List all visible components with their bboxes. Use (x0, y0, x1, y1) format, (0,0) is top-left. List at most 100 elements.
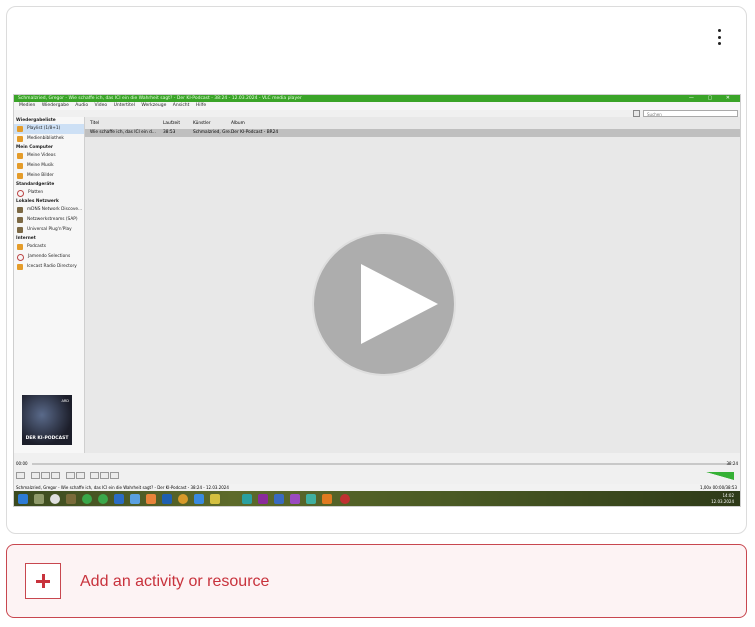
network-icon (17, 227, 23, 233)
menu-untertitel: Untertitel (113, 103, 135, 108)
sidebar-header: Lokales Netzwerk (16, 199, 59, 204)
taskbar-app-icon (258, 494, 268, 504)
pause-icon (16, 472, 25, 479)
taskbar-app-icon (50, 494, 60, 504)
sidebar-item-sap: Netzwerkstreams (SAP) (14, 215, 84, 225)
time-total: 38:24 (726, 461, 738, 466)
kebab-menu-icon[interactable] (714, 27, 724, 47)
player-search-field: Suchen (643, 110, 738, 117)
sidebar-header: Standardgeräte (16, 182, 55, 187)
status-text: Schmalzried, Gregor - Wie schaffe ich, d… (16, 485, 229, 490)
stop-icon (41, 472, 50, 479)
menu-wiedergabe: Wiedergabe (41, 103, 69, 108)
sidebar-header: Wiedergabeliste (16, 118, 56, 123)
taskbar-app-icon (114, 494, 124, 504)
menu-audio: Audio (75, 103, 89, 108)
player-window-title: Schmalzried, Gregor - Wie schaffe ich, d… (14, 95, 740, 102)
taskbar-app-icon (162, 494, 172, 504)
library-icon (17, 136, 23, 142)
album-cover: ARD DER KI-PODCAST (22, 395, 72, 445)
jamendo-icon (17, 253, 24, 261)
sidebar-item-upnp: Universal Plug'n'Play (14, 225, 84, 235)
taskbar-app-icon (210, 494, 220, 504)
add-activity-button[interactable]: Add an activity or resource (6, 544, 747, 618)
taskbar-app-icon (242, 494, 252, 504)
video-player[interactable]: Schmalzried, Gregor - Wie schaffe ich, d… (13, 94, 741, 507)
music-icon (17, 163, 23, 169)
sidebar-item-disc: Platten (14, 188, 84, 198)
sidebar-header: Mein Computer (16, 145, 54, 150)
taskbar-app-icon (290, 494, 300, 504)
time-elapsed: 00:00 (16, 461, 28, 466)
player-controls (14, 470, 740, 482)
sidebar-item-library: Medienbibliothek (14, 134, 84, 144)
menu-ansicht: Ansicht (172, 103, 190, 108)
taskbar-app-icon (194, 494, 204, 504)
sidebar-item-playlist: Playlist (1/8+1) (14, 124, 84, 134)
column-title: Titel (90, 121, 100, 126)
menu-video: Video (94, 103, 108, 108)
cell-album: Der KI-Podcast - BR24 (231, 130, 279, 135)
column-artist: Künstler (193, 121, 211, 126)
disc-icon (17, 189, 24, 197)
player-menubar: Medien Wiedergabe Audio Video Untertitel… (14, 102, 740, 110)
taskbar-app-icon (146, 494, 156, 504)
cover-title: DER KI-PODCAST (25, 436, 69, 441)
video-icon (17, 153, 23, 159)
start-icon (18, 494, 28, 504)
picture-icon (17, 173, 23, 179)
menu-werkzeuge: Werkzeuge (141, 103, 167, 108)
taskbar-app-icon (178, 494, 188, 504)
volume-slider (706, 472, 734, 480)
search-icon (633, 110, 640, 117)
position-text: 00:00/38:53 (712, 485, 737, 490)
sidebar-item-podcasts: Podcasts (14, 242, 84, 252)
plus-icon (25, 563, 61, 599)
vlc-taskbar-icon (322, 494, 332, 504)
player-sidebar: Wiedergabeliste Playlist (1/8+1) Medienb… (14, 117, 85, 453)
taskbar-app-icon (98, 494, 108, 504)
cell-duration: 38:53 (163, 130, 176, 135)
clock-date: 12.03.2024 (711, 499, 734, 504)
radio-icon (17, 264, 23, 270)
sidebar-item-pictures: Meine Bilder (14, 171, 84, 181)
add-activity-label: Add an activity or resource (80, 573, 270, 590)
menu-medien: Medien (19, 103, 36, 108)
playlist-toggle-icon (90, 472, 99, 479)
network-icon (17, 207, 23, 213)
previous-icon (31, 472, 40, 479)
seek-track (32, 463, 730, 465)
taskbar-app-icon (34, 494, 44, 504)
taskbar-app-icon (340, 494, 350, 504)
sidebar-item-icecast: Icecast Radio Directory (14, 262, 84, 272)
sidebar-header: Internet (16, 236, 36, 241)
sidebar-item-music: Meine Musik (14, 161, 84, 171)
sidebar-item-mdns: mDNS Network Discove... (14, 205, 84, 215)
taskbar-clock: 14:02 12.03.2024 (711, 493, 734, 505)
windows-taskbar: 14:02 12.03.2024 (14, 491, 740, 506)
status-position: 1,00x 00:00/38:53 (700, 484, 737, 491)
play-icon[interactable] (312, 232, 456, 376)
cell-artist: Schmalzried, Gre... (193, 130, 234, 135)
speed-text: 1,00x (700, 485, 712, 490)
taskbar-app-icon (274, 494, 284, 504)
sidebar-item-videos: Meine Videos (14, 151, 84, 161)
sidebar-item-jamendo: Jamendo Selections (14, 252, 84, 262)
status-bar: Schmalzried, Gregor - Wie schaffe ich, d… (14, 484, 740, 491)
playlist-icon (17, 126, 23, 132)
window-controls-icon: — ▢ ✕ (688, 95, 736, 101)
podcast-icon (17, 244, 23, 250)
next-icon (51, 472, 60, 479)
extended-settings-icon (76, 472, 85, 479)
table-row: Wie schaffe ich, das ICI ein d... 38:53 … (85, 129, 740, 137)
playlist-header: Titel Laufzeit Künstler Album (85, 120, 740, 128)
shuffle-icon (110, 472, 119, 479)
taskbar-app-icon (306, 494, 316, 504)
loop-icon (100, 472, 109, 479)
network-icon (17, 217, 23, 223)
column-album: Album (231, 121, 245, 126)
cover-badge: ARD (61, 399, 69, 403)
cell-title: Wie schaffe ich, das ICI ein d... (90, 130, 156, 135)
seek-bar: 00:00 38:24 (14, 460, 740, 468)
taskbar-app-icon (82, 494, 92, 504)
